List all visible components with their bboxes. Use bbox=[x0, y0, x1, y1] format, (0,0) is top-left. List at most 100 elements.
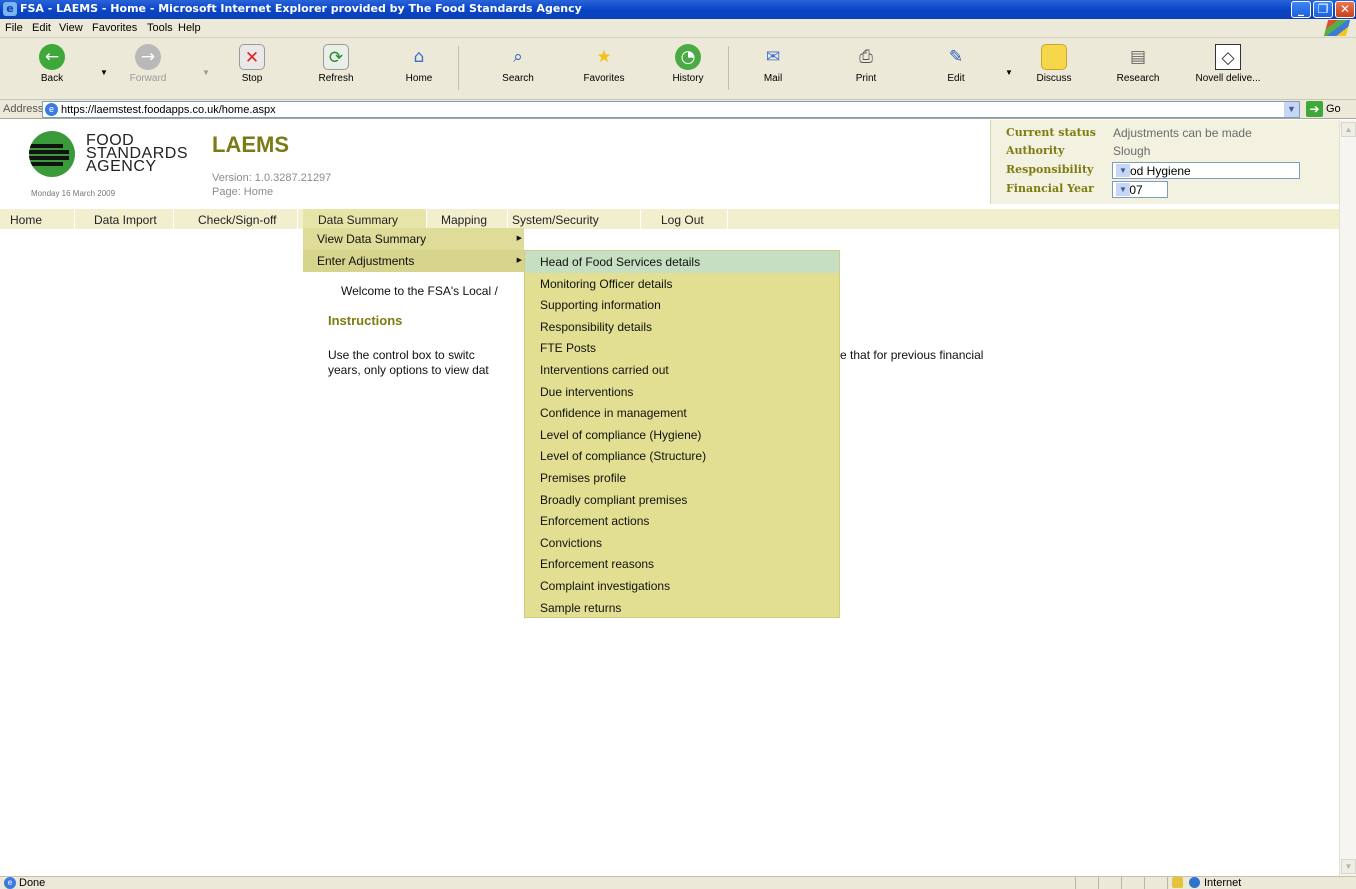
back-button[interactable]: ← Back bbox=[20, 42, 84, 96]
go-button[interactable]: ➔ Go bbox=[1306, 101, 1352, 118]
nav-check-sign-off[interactable]: Check/Sign-off bbox=[174, 209, 298, 229]
menu-view[interactable]: View bbox=[59, 22, 83, 34]
stop-label: Stop bbox=[241, 73, 263, 84]
adj-broadly-compliant-premises[interactable]: Broadly compliant premises bbox=[525, 489, 839, 511]
home-icon: ⌂ bbox=[406, 44, 432, 70]
search-icon: ⌕ bbox=[505, 44, 531, 70]
menu-help[interactable]: Help bbox=[178, 22, 201, 34]
submenu-enter-adjustments[interactable]: Enter Adjustments ▶ bbox=[303, 250, 524, 272]
address-bar: Address e https://laemstest.foodapps.co.… bbox=[0, 100, 1356, 119]
status-divider bbox=[1098, 877, 1099, 889]
adj-enforcement-reasons[interactable]: Enforcement reasons bbox=[525, 553, 839, 575]
adj-interventions-carried-out[interactable]: Interventions carried out bbox=[525, 359, 839, 381]
research-icon: ▤ bbox=[1125, 44, 1151, 70]
forward-dropdown-icon[interactable]: ▼ bbox=[202, 68, 210, 77]
adj-compliance-structure[interactable]: Level of compliance (Structure) bbox=[525, 445, 839, 467]
edit-button[interactable]: ✎ Edit bbox=[924, 42, 988, 96]
stop-button[interactable]: ✕ Stop bbox=[220, 42, 284, 96]
discuss-button[interactable]: Discuss bbox=[1022, 42, 1086, 96]
back-label: Back bbox=[40, 73, 64, 84]
adj-convictions[interactable]: Convictions bbox=[525, 532, 839, 554]
lock-icon bbox=[1172, 877, 1183, 888]
adj-monitoring-officer[interactable]: Monitoring Officer details bbox=[525, 273, 839, 295]
print-button[interactable]: ⎙ Print bbox=[834, 42, 898, 96]
adj-fte-posts[interactable]: FTE Posts bbox=[525, 337, 839, 359]
mail-label: Mail bbox=[763, 73, 783, 84]
edit-icon: ✎ bbox=[943, 44, 969, 70]
current-status-label: Current status bbox=[1006, 126, 1096, 139]
back-dropdown-icon[interactable]: ▼ bbox=[100, 68, 108, 77]
forward-label: Forward bbox=[129, 73, 167, 84]
nav-data-summary[interactable]: Data Summary bbox=[303, 209, 427, 229]
menu-tools[interactable]: Tools bbox=[147, 22, 173, 34]
home-button[interactable]: ⌂ Home bbox=[387, 42, 451, 96]
authority-value: Slough bbox=[1113, 144, 1151, 158]
address-dropdown-icon[interactable]: ▼ bbox=[1284, 102, 1299, 117]
edit-dropdown-icon[interactable]: ▼ bbox=[1005, 68, 1013, 77]
window-title: FSA - LAEMS - Home - Microsoft Internet … bbox=[20, 2, 582, 15]
menu-file[interactable]: File bbox=[5, 22, 23, 34]
history-button[interactable]: ◔ History bbox=[656, 42, 720, 96]
scroll-down-icon[interactable]: ▼ bbox=[1341, 859, 1356, 874]
responsibility-select[interactable]: Food Hygiene ▼ bbox=[1112, 162, 1300, 179]
menu-edit[interactable]: Edit bbox=[32, 22, 51, 34]
instructions-text-tail: e that for previous financial bbox=[840, 348, 984, 362]
windows-flag-icon bbox=[1323, 20, 1351, 36]
adj-responsibility-details[interactable]: Responsibility details bbox=[525, 316, 839, 338]
adj-supporting-information[interactable]: Supporting information bbox=[525, 294, 839, 316]
status-divider bbox=[1167, 877, 1168, 889]
toolbar-separator bbox=[458, 46, 459, 90]
adj-premises-profile[interactable]: Premises profile bbox=[525, 467, 839, 489]
novell-label: Novell delive... bbox=[1195, 73, 1261, 84]
ie-logo-icon: e bbox=[3, 2, 17, 16]
nav-mapping[interactable]: Mapping bbox=[427, 209, 508, 229]
mail-button[interactable]: ✉ Mail bbox=[741, 42, 805, 96]
page-icon: e bbox=[45, 103, 58, 116]
nav-system-security[interactable]: System/Security bbox=[508, 209, 641, 229]
adj-enforcement-actions[interactable]: Enforcement actions bbox=[525, 510, 839, 532]
submenu-view-data-summary[interactable]: View Data Summary ▶ bbox=[303, 228, 524, 250]
minimize-button[interactable]: _ bbox=[1291, 1, 1311, 18]
refresh-button[interactable]: ⟳ Refresh bbox=[304, 42, 368, 96]
search-button[interactable]: ⌕ Search bbox=[486, 42, 550, 96]
go-arrow-icon: ➔ bbox=[1306, 101, 1323, 117]
app-name: LAEMS bbox=[212, 132, 289, 157]
close-button[interactable]: ✕ bbox=[1335, 1, 1355, 18]
menu-favorites[interactable]: Favorites bbox=[92, 22, 137, 34]
favorites-label: Favorites bbox=[583, 73, 625, 84]
scroll-up-icon[interactable]: ▲ bbox=[1341, 122, 1356, 137]
vertical-scrollbar[interactable]: ▲ ▼ bbox=[1339, 120, 1356, 876]
nav-data-import[interactable]: Data Import bbox=[75, 209, 174, 229]
adj-compliance-hygiene[interactable]: Level of compliance (Hygiene) bbox=[525, 424, 839, 446]
refresh-icon: ⟳ bbox=[323, 44, 349, 70]
responsibility-label: Responsibility bbox=[1006, 163, 1094, 176]
chevron-down-icon: ▼ bbox=[1116, 183, 1130, 196]
novell-icon: ◇ bbox=[1215, 44, 1241, 70]
research-label: Research bbox=[1116, 73, 1160, 84]
nav-log-out[interactable]: Log Out bbox=[641, 209, 728, 229]
security-zone-label: Internet bbox=[1204, 877, 1242, 889]
novell-button[interactable]: ◇ Novell delive... bbox=[1188, 42, 1268, 96]
favorites-button[interactable]: ★ Favorites bbox=[572, 42, 636, 96]
home-label: Home bbox=[405, 73, 433, 84]
status-text: Done bbox=[19, 877, 46, 889]
fsa-logo-text: FOOD STANDARDS AGENCY bbox=[86, 132, 188, 175]
search-label: Search bbox=[502, 73, 534, 84]
adj-complaint-investigations[interactable]: Complaint investigations bbox=[525, 575, 839, 597]
forward-button[interactable]: → Forward bbox=[116, 42, 180, 96]
research-button[interactable]: ▤ Research bbox=[1106, 42, 1170, 96]
nav-home[interactable]: Home bbox=[0, 209, 75, 229]
address-input[interactable]: e https://laemstest.foodapps.co.uk/home.… bbox=[42, 101, 1300, 118]
financial-year-select[interactable]: 2007 ▼ bbox=[1112, 181, 1168, 198]
adj-head-of-food-services[interactable]: Head of Food Services details bbox=[525, 251, 839, 273]
toolbar: ← Back ▼ → Forward ▼ ✕ Stop ⟳ Refresh ⌂ … bbox=[0, 38, 1356, 100]
adj-due-interventions[interactable]: Due interventions bbox=[525, 381, 839, 403]
history-label: History bbox=[672, 73, 704, 84]
maximize-button[interactable]: ❐ bbox=[1313, 1, 1333, 18]
adj-confidence-in-management[interactable]: Confidence in management bbox=[525, 402, 839, 424]
adj-sample-returns[interactable]: Sample returns bbox=[525, 597, 839, 619]
status-divider bbox=[1121, 877, 1122, 889]
address-label: Address bbox=[3, 103, 44, 115]
version-label: Version: 1.0.3287.21297 bbox=[212, 172, 332, 184]
forward-arrow-icon: → bbox=[135, 44, 161, 70]
